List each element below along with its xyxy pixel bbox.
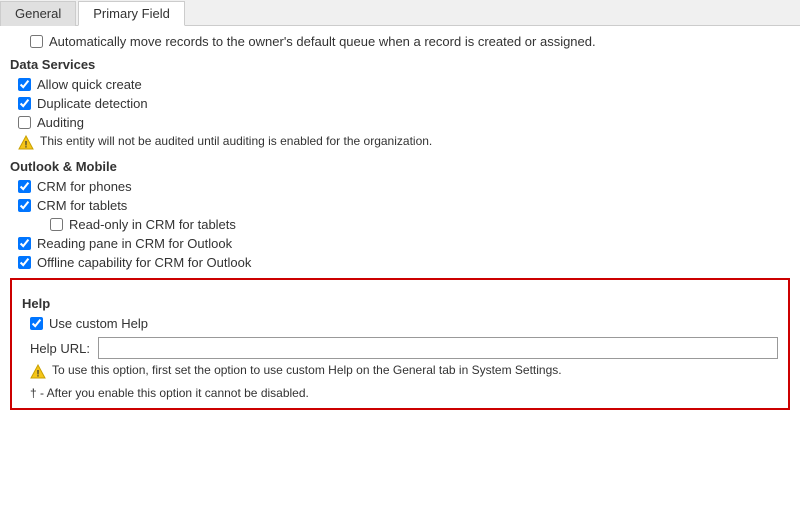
auditing-warning: ! This entity will not be audited until …: [18, 134, 790, 151]
allow-quick-create-label: Allow quick create: [37, 77, 142, 92]
use-custom-help-checkbox[interactable]: [30, 317, 43, 330]
crm-phones-row: CRM for phones: [10, 179, 790, 194]
use-custom-help-row: Use custom Help: [22, 316, 778, 331]
main-content: Automatically move records to the owner'…: [0, 26, 800, 505]
offline-capability-checkbox[interactable]: [18, 256, 31, 269]
queues-label: Automatically move records to the owner'…: [49, 34, 596, 49]
duplicate-detection-label: Duplicate detection: [37, 96, 148, 111]
auditing-row: Auditing: [10, 115, 790, 130]
help-note: † - After you enable this option it cann…: [22, 386, 778, 400]
help-url-row: Help URL:: [22, 337, 778, 359]
help-warning: ! To use this option, first set the opti…: [30, 363, 778, 380]
help-header: Help: [22, 296, 778, 311]
svg-text:!: !: [37, 369, 40, 379]
svg-text:!: !: [25, 140, 28, 150]
read-only-tablets-label: Read-only in CRM for tablets: [69, 217, 236, 232]
reading-pane-checkbox[interactable]: [18, 237, 31, 250]
crm-phones-checkbox[interactable]: [18, 180, 31, 193]
help-warning-icon: !: [30, 364, 46, 380]
help-warning-text: To use this option, first set the option…: [52, 363, 562, 377]
offline-capability-label: Offline capability for CRM for Outlook: [37, 255, 251, 270]
read-only-tablets-checkbox[interactable]: [50, 218, 63, 231]
offline-capability-row: Offline capability for CRM for Outlook: [10, 255, 790, 270]
tab-general[interactable]: General: [0, 1, 76, 26]
duplicate-detection-checkbox[interactable]: [18, 97, 31, 110]
help-url-input[interactable]: [98, 337, 778, 359]
crm-tablets-row: CRM for tablets: [10, 198, 790, 213]
help-section: Help Use custom Help Help URL: ! To use …: [10, 278, 790, 410]
allow-quick-create-checkbox[interactable]: [18, 78, 31, 91]
data-services-header: Data Services: [10, 57, 790, 72]
crm-phones-label: CRM for phones: [37, 179, 132, 194]
crm-tablets-label: CRM for tablets: [37, 198, 127, 213]
tab-bar: General Primary Field: [0, 0, 800, 26]
help-url-label: Help URL:: [30, 341, 90, 356]
read-only-tablets-row: Read-only in CRM for tablets: [10, 217, 790, 232]
queues-checkbox[interactable]: [30, 35, 43, 48]
reading-pane-label: Reading pane in CRM for Outlook: [37, 236, 232, 251]
tab-primary-field[interactable]: Primary Field: [78, 1, 185, 26]
queues-row: Automatically move records to the owner'…: [10, 34, 790, 49]
auditing-label: Auditing: [37, 115, 84, 130]
warning-icon: !: [18, 135, 34, 151]
crm-tablets-checkbox[interactable]: [18, 199, 31, 212]
use-custom-help-label: Use custom Help: [49, 316, 148, 331]
duplicate-detection-row: Duplicate detection: [10, 96, 790, 111]
auditing-checkbox[interactable]: [18, 116, 31, 129]
auditing-warning-text: This entity will not be audited until au…: [40, 134, 432, 148]
reading-pane-row: Reading pane in CRM for Outlook: [10, 236, 790, 251]
outlook-mobile-header: Outlook & Mobile: [10, 159, 790, 174]
allow-quick-create-row: Allow quick create: [10, 77, 790, 92]
